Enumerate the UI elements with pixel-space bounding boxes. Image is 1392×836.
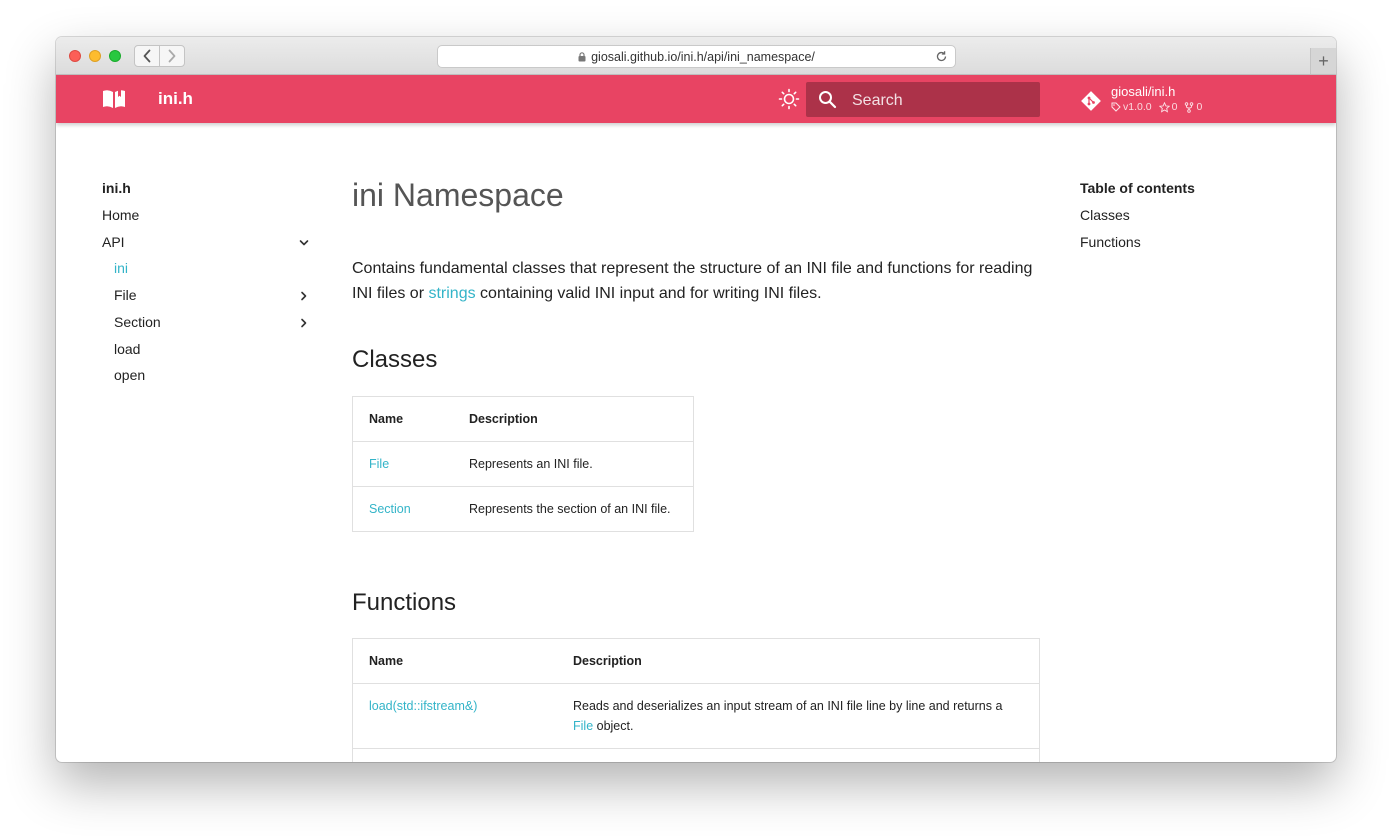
intro-paragraph: Contains fundamental classes that repres… [352,256,1042,306]
sidebar-item-api[interactable]: API [102,232,125,252]
function-name-cell [352,748,557,762]
lock-icon [578,51,586,62]
search-icon [818,90,837,114]
star-icon [1158,101,1170,113]
intro-text-end: containing valid INI input and for writi… [475,285,822,302]
function-description-text: Reads and deserializes an input stream o… [573,699,1003,713]
class-link-file[interactable]: File [369,457,389,471]
sidebar-item-ini[interactable]: ini [114,258,128,278]
minimize-window-button[interactable] [89,50,101,62]
table-row: load(std::ifstream&) Reads and deseriali… [352,683,1040,749]
chevron-right-icon[interactable] [298,289,310,305]
column-header: Description [453,396,694,442]
column-header: Name [352,638,557,684]
address-bar[interactable]: giosali.github.io/ini.h/api/ini_namespac… [437,45,956,68]
repo-stars: 0 [1158,101,1178,113]
close-window-button[interactable] [69,50,81,62]
class-name-cell: File [352,441,453,487]
back-button[interactable] [135,46,159,66]
function-description-end: object. [593,719,634,733]
table-header-row: Name Description [352,396,694,442]
column-header: Description [557,638,1040,684]
forward-button[interactable] [159,46,184,66]
zoom-window-button[interactable] [109,50,121,62]
browser-toolbar: giosali.github.io/ini.h/api/ini_namespac… [56,37,1336,75]
site-header: ini.h Search giosali/ini.h v1.0.0 0 0 [56,75,1336,123]
functions-heading: Functions [352,589,457,616]
class-name-cell: Section [352,486,453,532]
toc-item-functions[interactable]: Functions [1080,232,1141,252]
function-link-load[interactable]: load(std::ifstream&) [369,699,477,713]
sidebar-item-load[interactable]: load [114,339,140,359]
page-title: ini Namespace [352,177,564,213]
toc-item-classes[interactable]: Classes [1080,205,1130,225]
browser-window: giosali.github.io/ini.h/api/ini_namespac… [56,37,1336,762]
sidebar-item-home[interactable]: Home [102,205,139,225]
chevron-left-icon [143,49,151,63]
chevron-down-icon[interactable] [298,236,310,252]
table-row [352,748,1040,762]
search-box[interactable] [806,82,1040,119]
repo-stars-count: 0 [1171,101,1178,113]
file-link[interactable]: File [573,719,593,733]
reload-icon[interactable] [935,50,948,66]
function-description [557,748,1040,762]
column-header: Name [352,396,453,442]
class-description: Represents an INI file. [453,441,694,487]
book-icon[interactable] [102,88,126,115]
table-row: Section Represents the section of an INI… [352,486,694,532]
repo-name: giosali/ini.h [1111,84,1176,99]
repo-version: v1.0.0 [1111,101,1152,113]
sun-icon[interactable] [778,88,800,115]
classes-heading: Classes [352,346,438,373]
strings-link[interactable]: strings [428,285,475,302]
table-row: File Represents an INI file. [352,441,694,487]
toc-title: Table of contents [1080,180,1195,196]
fork-icon [1185,101,1194,113]
site-title[interactable]: ini.h [158,89,193,109]
tag-icon [1111,102,1121,112]
class-link-section[interactable]: Section [369,502,411,516]
repo-version-text: v1.0.0 [1123,101,1152,113]
function-description: Reads and deserializes an input stream o… [557,683,1040,749]
repo-forks: 0 [1184,101,1202,113]
chevron-right-icon[interactable] [298,316,310,332]
git-icon [1080,90,1102,117]
sidebar-title[interactable]: ini.h [102,178,131,198]
classes-table: Name Description File Represents an INI … [352,396,694,532]
repo-forks-count: 0 [1196,101,1203,113]
table-header-row: Name Description [352,638,1040,684]
chevron-right-icon [168,49,176,63]
sidebar-item-open[interactable]: open [114,365,145,385]
repo-facts: v1.0.0 0 0 [1111,101,1202,113]
function-name-cell: load(std::ifstream&) [352,683,557,749]
sidebar-item-file[interactable]: File [114,285,137,305]
url-text: giosali.github.io/ini.h/api/ini_namespac… [591,49,815,64]
history-nav [134,45,185,67]
search-input[interactable] [850,82,1034,119]
sidebar-item-section[interactable]: Section [114,312,161,332]
new-tab-button[interactable]: + [1310,48,1336,74]
functions-table: Name Description load(std::ifstream&) Re… [352,638,1040,762]
class-description: Represents the section of an INI file. [453,486,694,532]
